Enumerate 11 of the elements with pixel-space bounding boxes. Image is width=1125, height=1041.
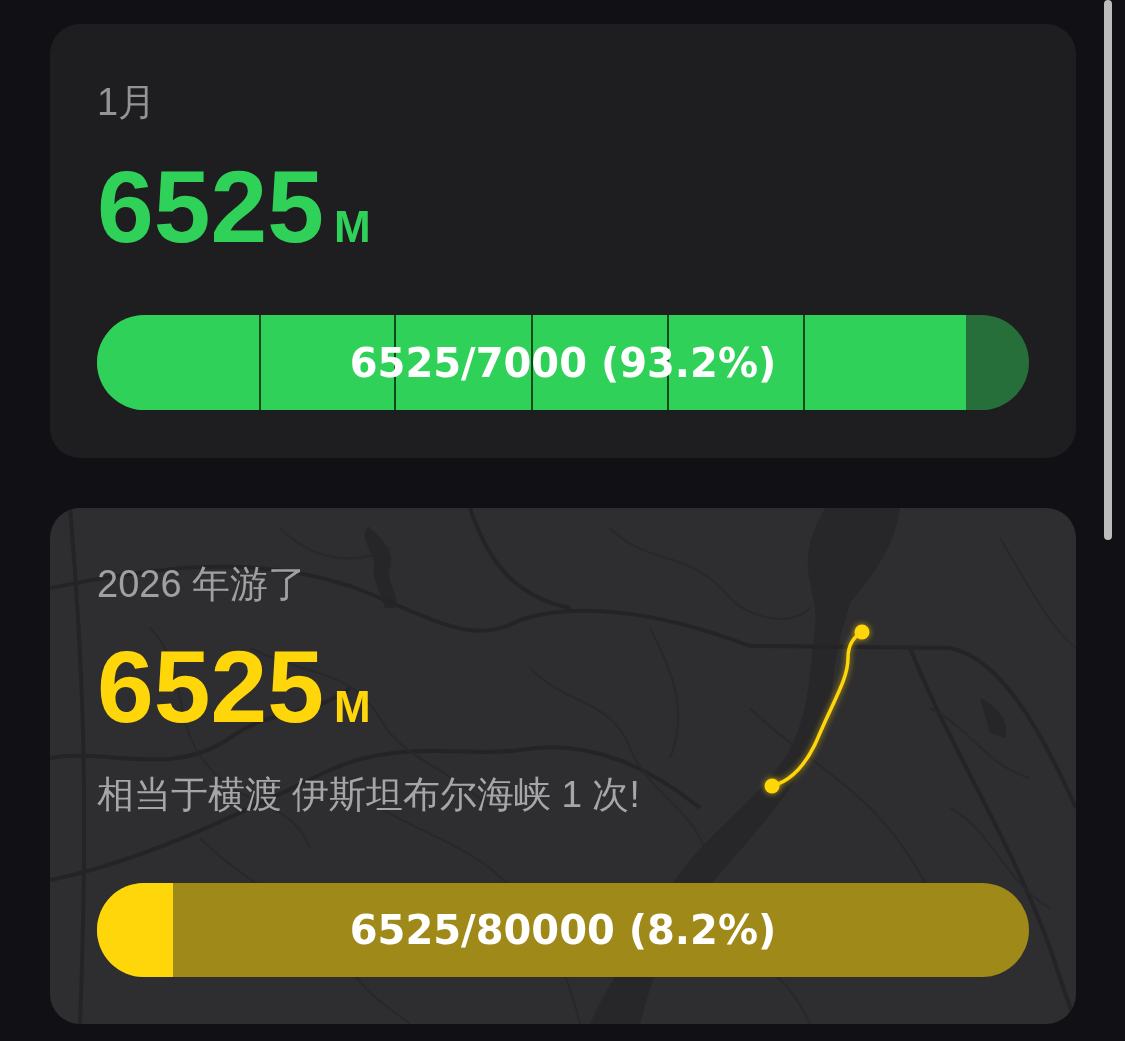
scrollbar-thumb[interactable] [1104, 0, 1112, 540]
distance-value: 6525 [97, 156, 324, 258]
distance-unit: M [333, 205, 371, 249]
period-label: 2026 年游了 [97, 562, 307, 606]
comparison-text: 相当于横渡 伊斯坦布尔海峡 1 次! [97, 773, 640, 817]
start-point-icon [764, 778, 780, 794]
progress-reading: 6525/80000 (8.2%) [349, 907, 777, 953]
distance-value: 6525 [97, 636, 324, 738]
distance-unit: M [333, 685, 371, 729]
end-point-icon [854, 624, 870, 640]
period-label: 1月 [97, 80, 157, 124]
